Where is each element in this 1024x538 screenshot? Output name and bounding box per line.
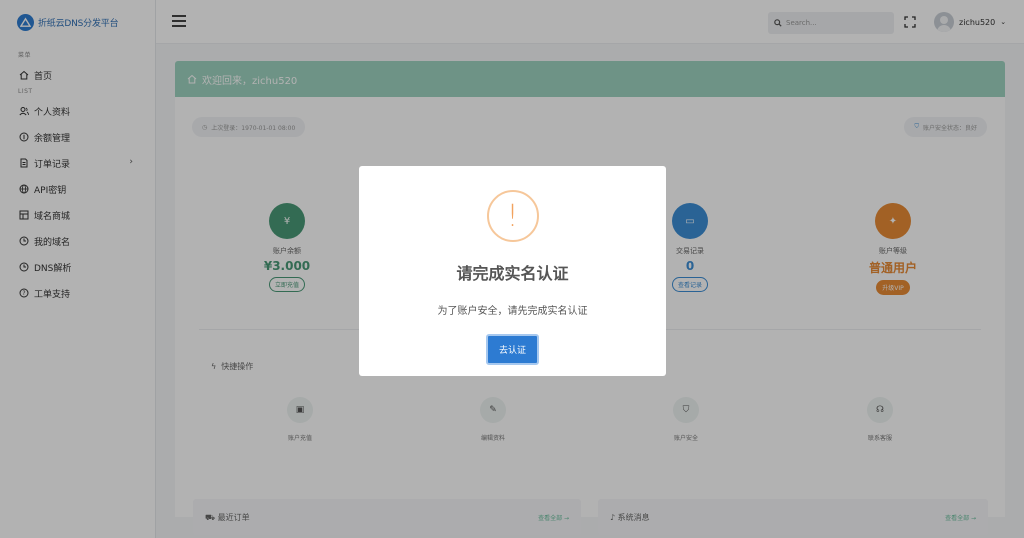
verification-modal: ! 请完成实名认证 为了账户安全，请先完成实名认证 去认证 [359,166,666,376]
modal-message: 为了账户安全，请先完成实名认证 [437,306,588,317]
warning-icon: ! [486,190,539,242]
modal-title: 请完成实名认证 [456,264,569,283]
verify-button[interactable]: 去认证 [485,334,539,365]
